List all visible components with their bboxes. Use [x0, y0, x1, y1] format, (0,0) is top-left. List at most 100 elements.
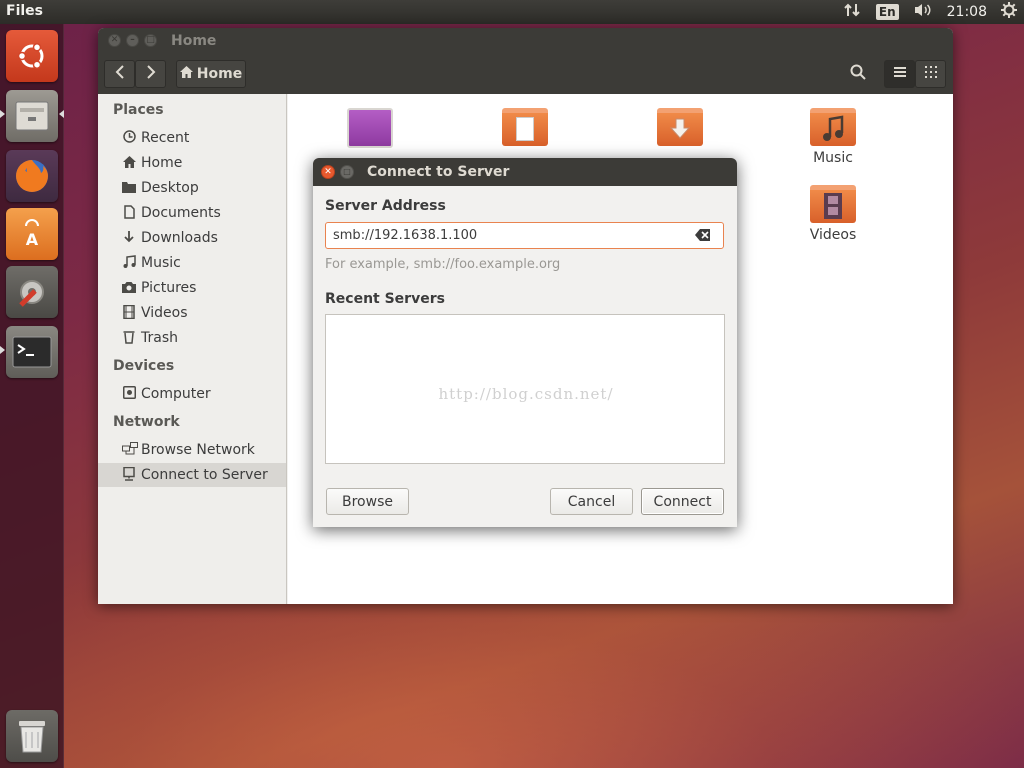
network-icon	[122, 442, 138, 458]
sidebar-item-desktop[interactable]: Desktop	[98, 176, 286, 200]
browse-button[interactable]: Browse	[326, 488, 409, 515]
maximize-icon: □	[146, 35, 155, 45]
chevron-right-icon	[146, 65, 156, 83]
sidebar: Places Recent Home Desktop Documents Dow…	[98, 94, 287, 604]
sidebar-item-trash[interactable]: Trash	[98, 326, 286, 350]
maximize-button[interactable]: □	[144, 34, 157, 47]
videos-folder-icon	[810, 185, 856, 223]
launcher-system-settings[interactable]	[6, 266, 58, 318]
sidebar-item-computer[interactable]: Computer	[98, 382, 286, 406]
keyboard-layout-indicator[interactable]: En	[875, 4, 899, 20]
folder-item-music[interactable]: Music	[793, 108, 873, 166]
server-icon	[122, 466, 136, 484]
list-view-icon	[893, 66, 907, 82]
folder-item-desktop[interactable]	[330, 108, 410, 148]
settings-gear-icon[interactable]	[1001, 2, 1017, 22]
launcher: A	[0, 24, 64, 768]
sidebar-item-label: Documents	[141, 205, 221, 221]
sidebar-item-label: Home	[141, 155, 183, 171]
forward-button[interactable]	[135, 60, 166, 88]
close-icon: ✕	[324, 166, 332, 177]
files-window-title: Home	[171, 33, 217, 49]
dialog-title: Connect to Server	[367, 164, 510, 180]
sidebar-item-downloads[interactable]: Downloads	[98, 226, 286, 250]
server-address-input[interactable]	[325, 222, 724, 249]
sidebar-item-browse-network[interactable]: Browse Network	[98, 438, 286, 462]
svg-text:A: A	[26, 230, 39, 249]
home-icon	[122, 155, 136, 171]
downloads-folder-icon	[657, 108, 703, 146]
sidebar-item-label: Connect to Server	[141, 467, 268, 483]
network-header: Network	[113, 414, 180, 430]
server-address-label: Server Address	[325, 198, 446, 214]
ubuntu-logo-icon	[6, 30, 58, 82]
sidebar-item-documents[interactable]: Documents	[98, 201, 286, 225]
path-bar-home[interactable]: Home	[176, 60, 246, 88]
sidebar-item-label: Desktop	[141, 180, 199, 196]
launcher-files[interactable]	[6, 90, 58, 142]
launcher-terminal[interactable]	[6, 326, 58, 378]
sidebar-item-home[interactable]: Home	[98, 151, 286, 175]
trash-icon	[122, 330, 136, 347]
software-center-icon: A	[6, 208, 58, 260]
download-icon	[122, 230, 136, 247]
sidebar-item-music[interactable]: Music	[98, 251, 286, 275]
close-button-inactive[interactable]: ✕	[108, 34, 121, 47]
grid-view-button[interactable]	[915, 60, 946, 88]
film-icon	[122, 304, 136, 322]
launcher-firefox[interactable]	[6, 150, 58, 202]
sidebar-item-label: Recent	[141, 130, 190, 146]
devices-header: Devices	[113, 358, 175, 374]
launcher-trash[interactable]	[6, 710, 58, 762]
folder-label: Videos	[809, 227, 857, 243]
connect-button[interactable]: Connect	[641, 488, 724, 515]
sidebar-item-connect-to-server[interactable]: Connect to Server	[98, 463, 286, 487]
focus-indicator	[59, 110, 64, 118]
sidebar-item-label: Music	[141, 255, 181, 271]
running-indicator	[0, 110, 5, 118]
list-view-button[interactable]	[884, 60, 915, 88]
search-button[interactable]	[842, 60, 873, 88]
system-settings-icon	[6, 266, 58, 318]
terminal-icon	[6, 326, 58, 378]
dialog-close-button[interactable]: ✕	[321, 165, 335, 179]
places-header: Places	[113, 102, 164, 118]
grid-view-icon	[924, 66, 937, 82]
launcher-dash[interactable]	[6, 30, 58, 82]
backspace-clear-icon	[695, 229, 710, 241]
clock[interactable]: 21:08	[947, 4, 987, 20]
recent-servers-list[interactable]: http://blog.csdn.net/	[325, 314, 725, 464]
folder-item-documents[interactable]	[485, 108, 565, 146]
path-bar-label: Home	[196, 66, 243, 82]
folder-item-downloads[interactable]	[640, 108, 720, 146]
sidebar-item-label: Browse Network	[141, 442, 255, 458]
sidebar-item-pictures[interactable]: Pictures	[98, 276, 286, 300]
running-indicator	[0, 346, 5, 354]
camera-icon	[122, 281, 136, 296]
sidebar-item-label: Computer	[141, 386, 211, 402]
launcher-software-center[interactable]: A	[6, 208, 58, 260]
sidebar-item-videos[interactable]: Videos	[98, 301, 286, 325]
documents-folder-icon	[502, 108, 548, 146]
clock-icon	[122, 130, 136, 146]
document-icon	[122, 204, 136, 222]
system-tray: En 21:08	[837, 0, 1024, 24]
watermark: http://blog.csdn.net/	[438, 385, 614, 403]
sidebar-item-recent[interactable]: Recent	[98, 126, 286, 150]
top-panel: Files En 21:08	[0, 0, 1024, 24]
home-icon	[179, 66, 193, 82]
cancel-button[interactable]: Cancel	[550, 488, 633, 515]
folder-item-videos[interactable]: Videos	[793, 185, 873, 243]
dialog-titlebar[interactable]: ✕ □ Connect to Server	[313, 158, 737, 186]
volume-icon[interactable]	[913, 2, 933, 22]
back-button[interactable]	[104, 60, 135, 88]
files-titlebar[interactable]: ✕ – □ Home	[98, 28, 953, 54]
minimize-button[interactable]: –	[126, 34, 139, 47]
dialog-maximize-button[interactable]: □	[340, 165, 354, 179]
network-arrows-icon[interactable]	[844, 2, 862, 22]
clear-text-button[interactable]	[694, 228, 712, 242]
computer-icon	[122, 386, 136, 402]
app-title: Files	[6, 3, 43, 19]
sidebar-item-label: Videos	[141, 305, 188, 321]
files-toolbar: Home	[98, 54, 953, 94]
